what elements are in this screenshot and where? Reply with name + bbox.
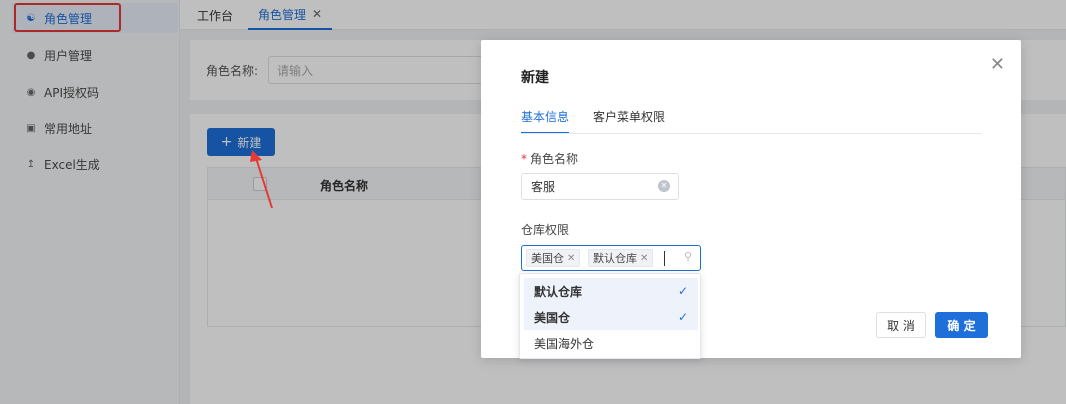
tag-default-warehouse: 默认仓库 ✕	[588, 249, 654, 267]
annotation-arrow-icon	[250, 150, 273, 209]
option-us-warehouse[interactable]: 美国仓 ✓	[524, 304, 698, 330]
option-default-warehouse[interactable]: 默认仓库 ✓	[524, 278, 698, 304]
role-name-label: * 角色名称	[521, 150, 578, 167]
role-name-label-text: 角色名称	[530, 152, 579, 166]
warehouse-dropdown: 默认仓库 ✓ 美国仓 ✓ 美国海外仓	[519, 273, 701, 359]
tag-us-warehouse: 美国仓 ✕	[526, 249, 581, 267]
check-icon: ✓	[677, 284, 688, 298]
option-label: 美国仓	[534, 310, 571, 325]
tag-label: 默认仓库	[593, 252, 637, 265]
role-name-input[interactable]: 客服 ✕	[521, 173, 679, 200]
clear-icon[interactable]: ✕	[658, 180, 670, 192]
text-caret	[664, 251, 665, 266]
warehouse-select[interactable]: 美国仓 ✕ 默认仓库 ✕ ⚲	[521, 245, 701, 271]
option-label: 默认仓库	[534, 284, 583, 299]
check-icon: ✓	[677, 310, 688, 324]
option-us-overseas-warehouse[interactable]: 美国海外仓	[524, 330, 698, 356]
search-icon: ⚲	[683, 250, 692, 263]
tag-close-icon[interactable]: ✕	[567, 253, 575, 264]
tab-customer-menu-permission[interactable]: 客户菜单权限	[593, 108, 665, 134]
cancel-button[interactable]: 取 消	[876, 312, 926, 338]
warehouse-label: 仓库权限	[521, 223, 570, 237]
tag-label: 美国仓	[531, 252, 564, 265]
tab-divider	[521, 133, 981, 134]
option-label: 美国海外仓	[534, 336, 595, 351]
close-icon[interactable]: ✕	[990, 54, 1005, 75]
tag-close-icon[interactable]: ✕	[640, 253, 648, 264]
dialog-title: 新建	[521, 70, 549, 86]
tab-basic-info[interactable]: 基本信息	[521, 108, 570, 134]
required-mark: *	[521, 152, 527, 166]
confirm-button[interactable]: 确 定	[935, 312, 988, 338]
role-name-value: 客服	[531, 180, 556, 194]
